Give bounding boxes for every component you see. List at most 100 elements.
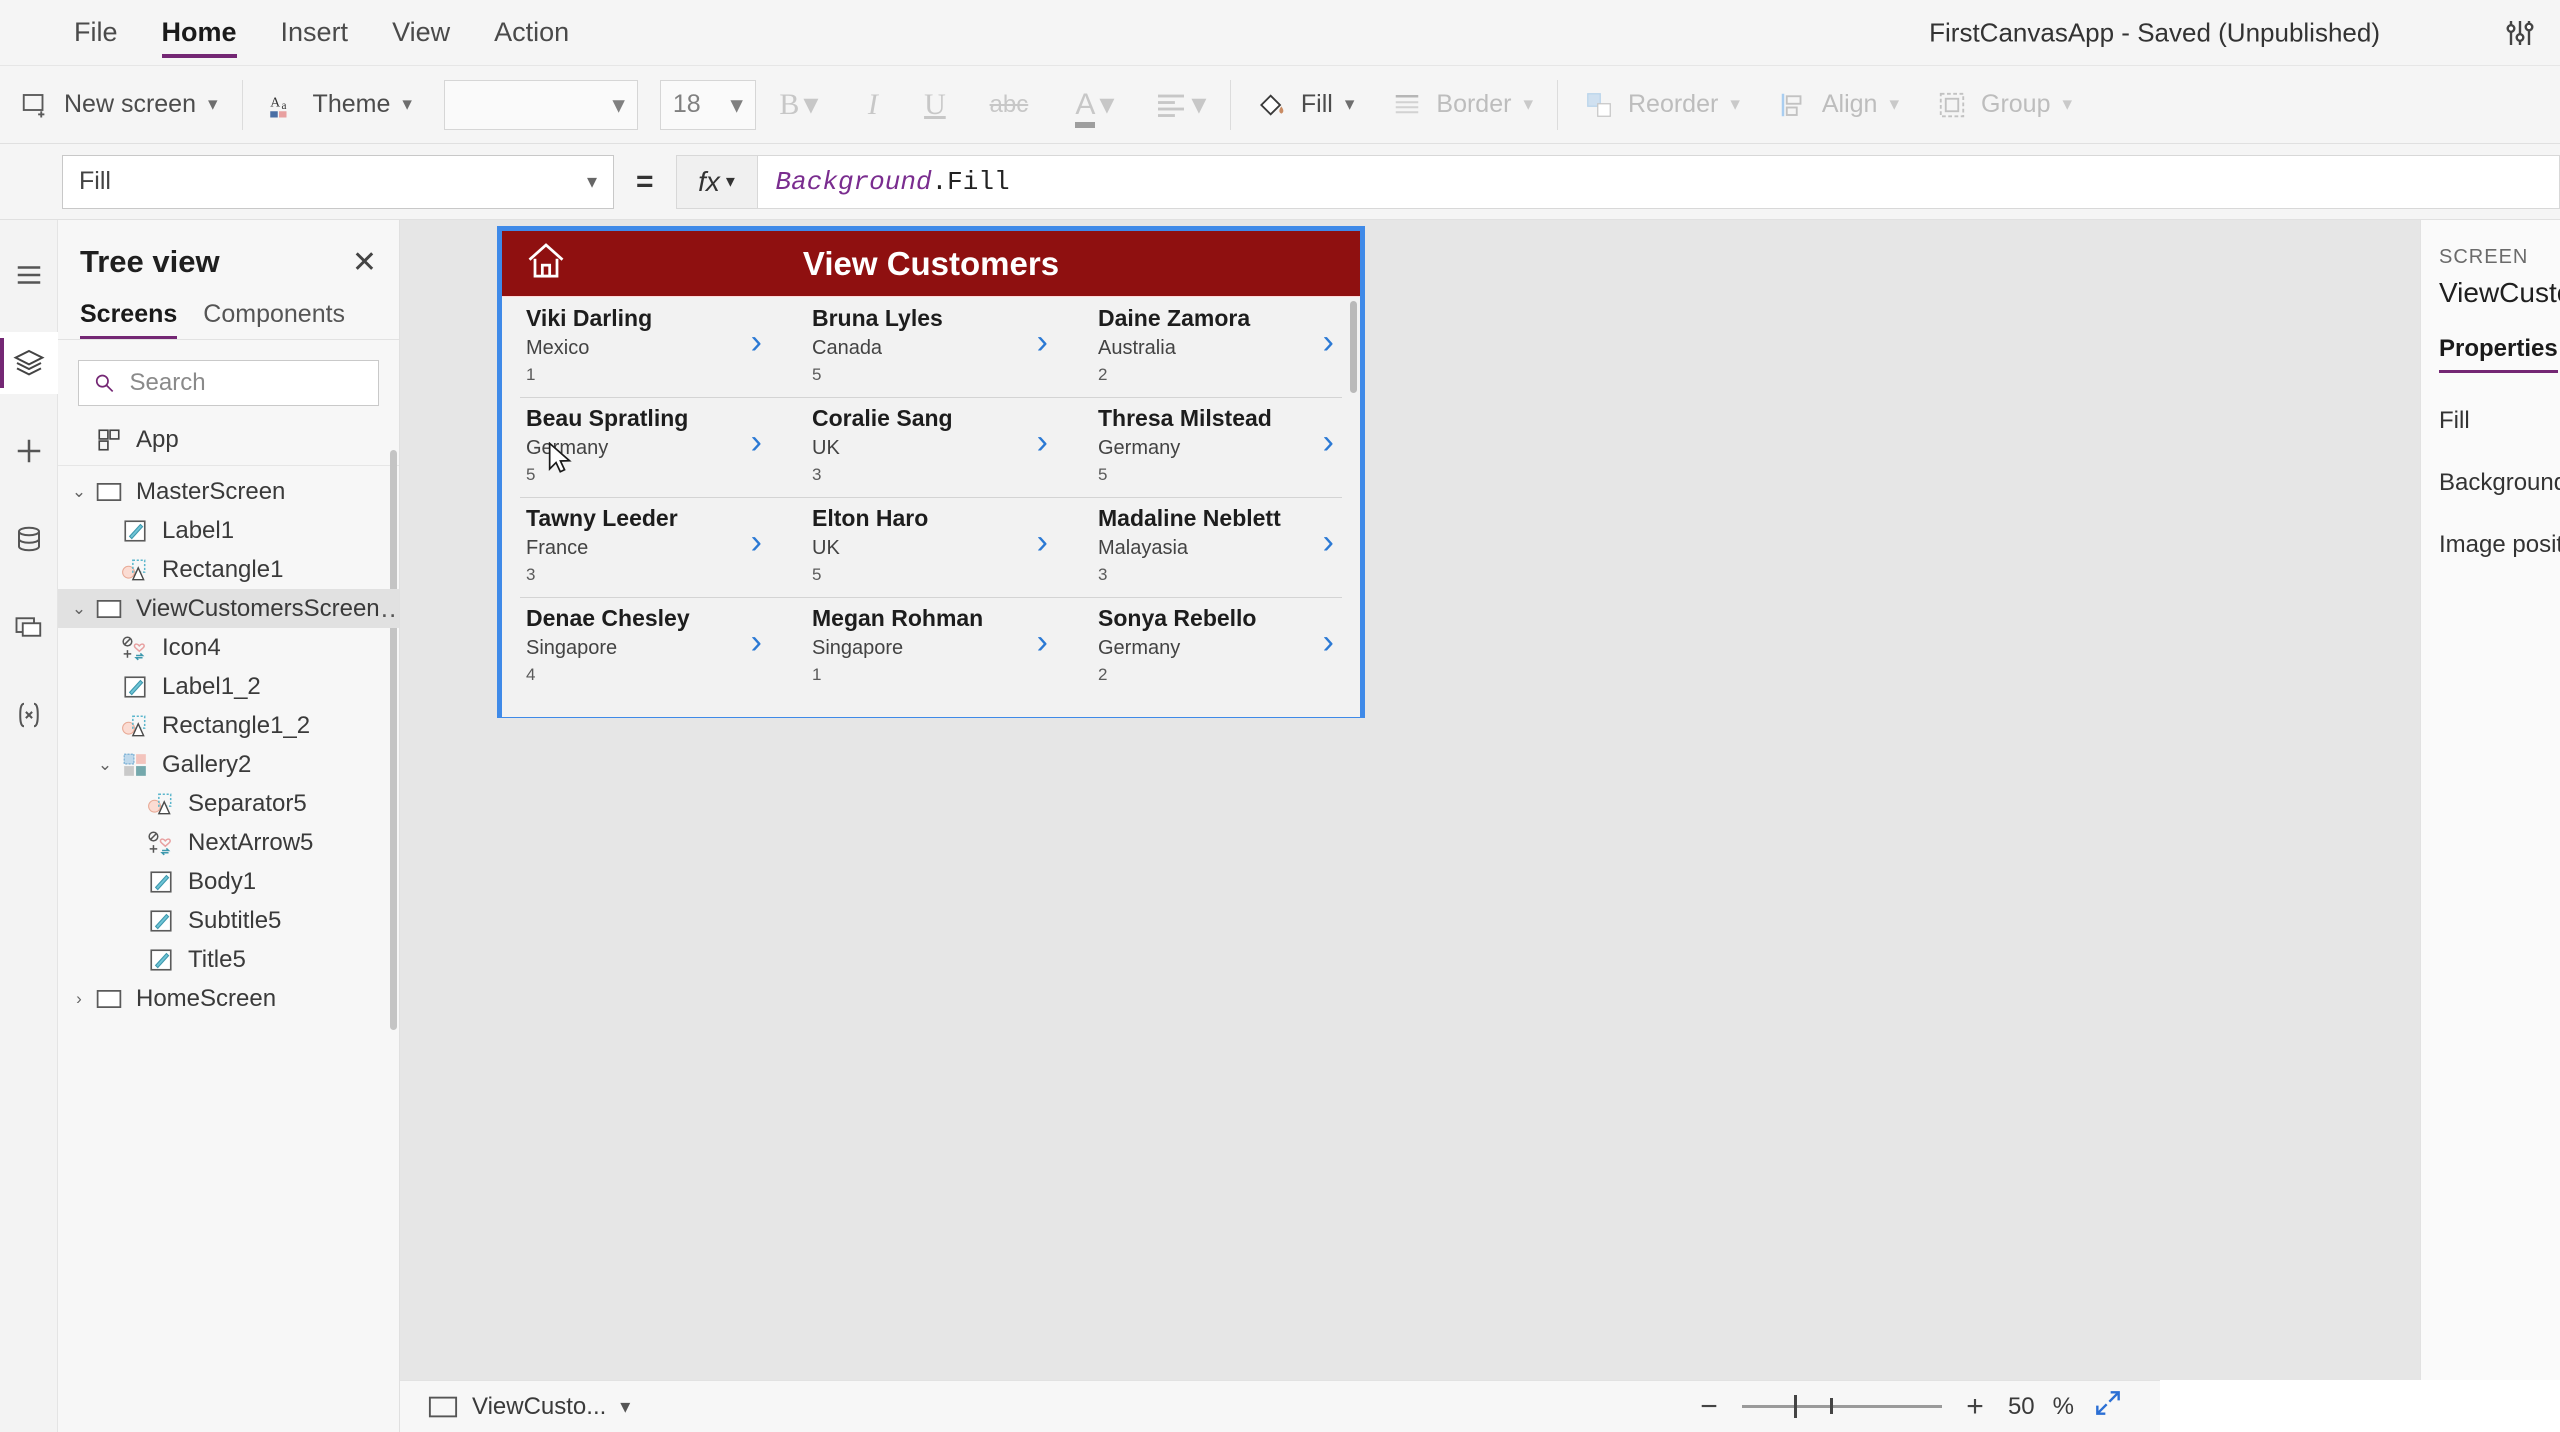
chevron-down-icon[interactable]: ▾: [620, 1394, 630, 1419]
next-arrow-icon[interactable]: ›: [1037, 525, 1048, 559]
tab-components[interactable]: Components: [203, 300, 345, 339]
rail-menu-button[interactable]: [0, 244, 58, 306]
font-size-select[interactable]: 18 ▾: [659, 79, 756, 130]
tree-search-box[interactable]: [78, 360, 379, 406]
font-family-select[interactable]: ▾: [443, 79, 638, 130]
twisty-icon[interactable]: ⌄: [66, 482, 92, 502]
customer-card[interactable]: Madaline Neblett Malayasia 3 ›: [1074, 497, 1360, 597]
tree-item-icon4[interactable]: Icon4: [58, 628, 399, 667]
menu-item-view[interactable]: View: [370, 0, 472, 66]
app-preview-frame[interactable]: View Customers Viki Darling Mexico 1 › Bruna…: [497, 226, 1365, 718]
customer-card[interactable]: Sonya Rebello Germany 2 ›: [1074, 597, 1360, 697]
reorder-button[interactable]: Reorder ▾: [1564, 77, 1758, 133]
tree-item-homescreen[interactable]: › HomeScreen: [58, 979, 399, 1018]
formula-input[interactable]: Background . Fill: [757, 154, 2560, 209]
next-arrow-icon[interactable]: ›: [1037, 425, 1048, 459]
twisty-icon[interactable]: ›: [66, 989, 92, 1009]
zoom-slider[interactable]: [1741, 1395, 1942, 1418]
strikethrough-button[interactable]: abc: [966, 77, 1052, 133]
gallery-scrollbar[interactable]: [1350, 301, 1357, 393]
tree-item-label1_2[interactable]: Label1_2: [58, 667, 399, 706]
customer-card[interactable]: Daine Zamora Australia 2 ›: [1074, 297, 1360, 397]
next-arrow-icon[interactable]: ›: [1323, 525, 1334, 559]
border-button[interactable]: Border ▾: [1372, 77, 1551, 133]
tab-screens[interactable]: Screens: [80, 300, 178, 339]
close-icon[interactable]: ✕: [352, 245, 377, 280]
new-screen-button[interactable]: New screen ▾: [0, 77, 236, 133]
align-button[interactable]: Align ▾: [1758, 77, 1917, 133]
next-arrow-icon[interactable]: ›: [1323, 325, 1334, 359]
next-arrow-icon[interactable]: ›: [1037, 325, 1048, 359]
twisty-icon[interactable]: ⌄: [66, 599, 92, 619]
fit-to-screen-icon[interactable]: [2092, 1387, 2124, 1426]
menu-item-file[interactable]: File: [52, 0, 140, 66]
zoom-slider-thumb[interactable]: [1793, 1395, 1797, 1418]
bold-button[interactable]: B ▾: [756, 77, 842, 133]
fx-button[interactable]: fx ▾: [675, 154, 758, 209]
tree-item-nextarrow5[interactable]: NextArrow5: [58, 823, 399, 862]
rail-variables-button[interactable]: [0, 684, 58, 746]
tree-item-subtitle5[interactable]: Subtitle5: [58, 901, 399, 940]
customer-gallery[interactable]: Viki Darling Mexico 1 › Bruna Lyles Canada 5 › D…: [502, 297, 1360, 717]
tree-item-rectangle1_2[interactable]: Rectangle1_2: [58, 706, 399, 745]
zoom-out-button[interactable]: −: [1694, 1390, 1724, 1424]
next-arrow-icon[interactable]: ›: [751, 425, 762, 459]
rail-tree-view-button[interactable]: [0, 332, 58, 394]
next-arrow-icon[interactable]: ›: [1323, 425, 1334, 459]
property-row-image-position[interactable]: Image positi: [2439, 531, 2560, 559]
next-arrow-icon[interactable]: ›: [751, 525, 762, 559]
tree-item-rectangle1[interactable]: Rectangle1: [58, 550, 399, 589]
gallery-row[interactable]: Beau Spratling Germany 5 › Coralie Sang UK 3 › T…: [502, 397, 1360, 497]
property-select[interactable]: Fill ▾: [62, 154, 614, 209]
underline-button[interactable]: U: [904, 77, 966, 133]
next-arrow-icon[interactable]: ›: [751, 325, 762, 359]
tree-item-separator5[interactable]: Separator5: [58, 784, 399, 823]
menu-item-home[interactable]: Home: [140, 0, 259, 66]
customer-card[interactable]: Viki Darling Mexico 1 ›: [502, 297, 788, 397]
customer-card[interactable]: Bruna Lyles Canada 5 ›: [788, 297, 1074, 397]
customer-card[interactable]: Beau Spratling Germany 5 ›: [502, 397, 788, 497]
gallery-row[interactable]: Tawny Leeder France 3 › Elton Haro UK 5 › Madali…: [502, 497, 1360, 597]
theme-button[interactable]: A a Theme ▾: [249, 77, 430, 133]
next-arrow-icon[interactable]: ›: [1037, 625, 1048, 659]
fill-button[interactable]: Fill ▾: [1237, 77, 1372, 133]
property-row-fill[interactable]: Fill: [2439, 407, 2560, 435]
tree-item-masterscreen[interactable]: ⌄ MasterScreen: [58, 472, 399, 511]
home-icon[interactable]: [524, 239, 568, 288]
search-input[interactable]: [129, 369, 364, 397]
canvas-area[interactable]: View Customers Viki Darling Mexico 1 › Bruna…: [400, 220, 2560, 1380]
tree-item-list[interactable]: App ⌄ MasterScreen Label1 Rectangle1 ⌄ ViewCus…: [58, 420, 399, 1432]
status-screen-selector[interactable]: ViewCusto... ▾: [428, 1393, 630, 1421]
property-row-background[interactable]: Background: [2439, 469, 2560, 497]
text-align-button[interactable]: ▾: [1138, 77, 1224, 133]
tree-item-label1[interactable]: Label1: [58, 511, 399, 550]
tree-item-more-icon[interactable]: …: [380, 593, 399, 624]
rail-insert-button[interactable]: [0, 420, 58, 482]
italic-button[interactable]: I: [842, 77, 904, 133]
group-button[interactable]: Group ▾: [1917, 77, 2090, 133]
menu-item-insert[interactable]: Insert: [259, 0, 371, 66]
customer-card[interactable]: Thresa Milstead Germany 5 ›: [1074, 397, 1360, 497]
zoom-in-button[interactable]: +: [1960, 1390, 1990, 1424]
customer-card[interactable]: Elton Haro UK 5 ›: [788, 497, 1074, 597]
tree-item-body1[interactable]: Body1: [58, 862, 399, 901]
customer-card[interactable]: Megan Rohman Singapore 1 ›: [788, 597, 1074, 697]
rail-media-button[interactable]: [0, 596, 58, 658]
rail-data-button[interactable]: [0, 508, 58, 570]
gallery-row[interactable]: Denae Chesley Singapore 4 › Megan Rohman Sing…: [502, 597, 1360, 697]
menu-item-action[interactable]: Action: [472, 0, 591, 66]
tree-item-title5[interactable]: Title5: [58, 940, 399, 979]
tree-item-gallery2[interactable]: ⌄ Gallery2: [58, 745, 399, 784]
gallery-row[interactable]: Viki Darling Mexico 1 › Bruna Lyles Canada 5 › D…: [502, 297, 1360, 397]
tab-properties[interactable]: Properties: [2439, 335, 2558, 373]
customer-card[interactable]: Coralie Sang UK 3 ›: [788, 397, 1074, 497]
font-color-button[interactable]: A ▾: [1052, 77, 1138, 133]
tree-item-viewcustomersscreen[interactable]: ⌄ ViewCustomersScreen…: [58, 589, 399, 628]
tree-item-app[interactable]: App: [58, 420, 399, 459]
next-arrow-icon[interactable]: ›: [751, 625, 762, 659]
customer-card[interactable]: Tawny Leeder France 3 ›: [502, 497, 788, 597]
twisty-icon[interactable]: ⌄: [92, 755, 118, 775]
customer-card[interactable]: Denae Chesley Singapore 4 ›: [502, 597, 788, 697]
next-arrow-icon[interactable]: ›: [1323, 625, 1334, 659]
settings-sliders-icon[interactable]: [2500, 13, 2540, 53]
